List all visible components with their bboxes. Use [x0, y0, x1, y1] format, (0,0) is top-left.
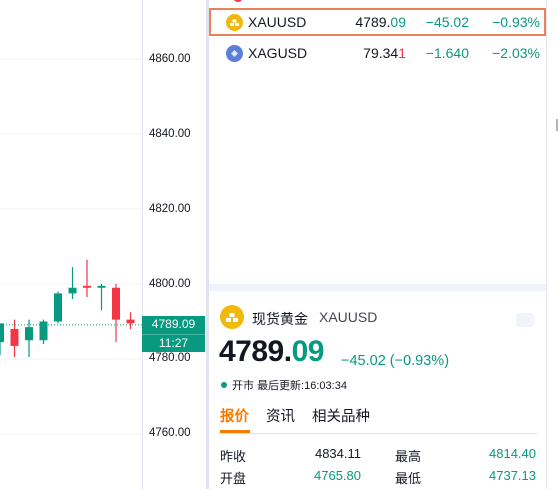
bar-countdown: 11:27 — [158, 336, 189, 350]
candle-body — [54, 293, 62, 322]
candle-body — [10, 329, 19, 346]
stat-value: 4834.11 — [314, 446, 361, 461]
stat-value: 4765.80 — [314, 468, 361, 483]
price-axis-label: 4860.00 — [149, 53, 191, 65]
symbol-full-name: 现货黄金 — [252, 311, 308, 327]
change-percent: −0.93% — [492, 14, 540, 30]
tab-quote[interactable]: 报价 — [220, 405, 249, 426]
price-axis-label: 4840.00 — [149, 128, 191, 140]
gold-bars-icon — [220, 305, 244, 329]
price-axis-label: 4780.00 — [149, 352, 191, 364]
price-axis-label: 4800.00 — [149, 278, 191, 290]
stat-value: 4737.13 — [489, 468, 536, 483]
active-tab-indicator — [220, 430, 250, 433]
last-price-frac: 1 — [398, 45, 406, 61]
more-icon[interactable] — [516, 313, 534, 327]
current-price-tag: 4789.09 11:27 — [142, 316, 205, 352]
price-main: 4789. — [219, 335, 292, 368]
right-toolbar — [546, 0, 559, 489]
details-tabs: 报价 资讯 相关品种 — [220, 403, 537, 434]
price-frac: 09 — [291, 335, 325, 368]
last-price-main: 79.34 — [363, 45, 399, 61]
candle-body — [97, 285, 106, 288]
market-open-dot-icon — [221, 382, 227, 388]
market-status: 开市 最后更新:16:03:34 — [221, 377, 347, 393]
symbol-name: XAUUSD — [248, 14, 307, 30]
change: −45.02 — [425, 14, 469, 30]
section-divider[interactable] — [209, 284, 546, 291]
last-price-frac: 09 — [390, 14, 406, 30]
stat-label: 最低 — [395, 471, 422, 486]
candle-body — [112, 287, 120, 320]
candle-body — [68, 287, 77, 294]
watchlist: XAUUSD 4789.09 −45.02 −0.93% XAGUSD 79.3… — [209, 0, 546, 284]
stat-label: 最高 — [395, 449, 422, 464]
stat-label: 昨收 — [220, 449, 247, 464]
last-price-main: 4789. — [355, 14, 391, 30]
candle-body — [0, 323, 4, 343]
gold-bars-icon — [226, 14, 243, 31]
price-chart[interactable]: 4860.00 4840.00 4820.00 4800.00 4780.00 … — [0, 0, 206, 489]
price-change: −45.02 (−0.93%) — [341, 353, 450, 369]
symbol-details: 现货黄金 XAUUSD 4789.09 −45.02 (−0.93%) 开市 最… — [209, 291, 546, 489]
tab-related[interactable]: 相关品种 — [312, 405, 370, 426]
change: −1.640 — [425, 45, 469, 61]
watchlist-row-xagusd[interactable]: XAGUSD 79.341 −1.640 −2.03% — [209, 39, 546, 67]
last-price: 79.341 — [363, 45, 406, 61]
current-price-value: 4789.09 — [142, 316, 205, 335]
symbol-name: XAGUSD — [248, 45, 308, 61]
price-axis-label: 4820.00 — [149, 203, 191, 215]
big-last-price: 4789.09 — [219, 335, 324, 369]
candle-body — [25, 327, 33, 341]
silver-icon — [226, 45, 243, 62]
price-axis-label: 4760.00 — [149, 427, 191, 439]
stat-value: 4814.40 — [489, 446, 536, 461]
candle-body — [39, 321, 48, 341]
toolbar-handle[interactable] — [556, 119, 558, 131]
stat-label: 开盘 — [220, 471, 247, 486]
symbol-ticker: XAUUSD — [319, 309, 378, 325]
candle-body — [83, 285, 91, 288]
candlestick-chart[interactable] — [0, 0, 206, 489]
change-percent: −2.03% — [492, 45, 540, 61]
candle-body — [126, 319, 135, 324]
tab-news[interactable]: 资讯 — [266, 405, 295, 426]
watchlist-row-xauusd[interactable]: XAUUSD 4789.09 −45.02 −0.93% — [209, 8, 546, 36]
market-status-text: 开市 — [232, 380, 254, 392]
last-update: 最后更新:16:03:34 — [257, 380, 347, 392]
last-price: 4789.09 — [355, 14, 406, 30]
